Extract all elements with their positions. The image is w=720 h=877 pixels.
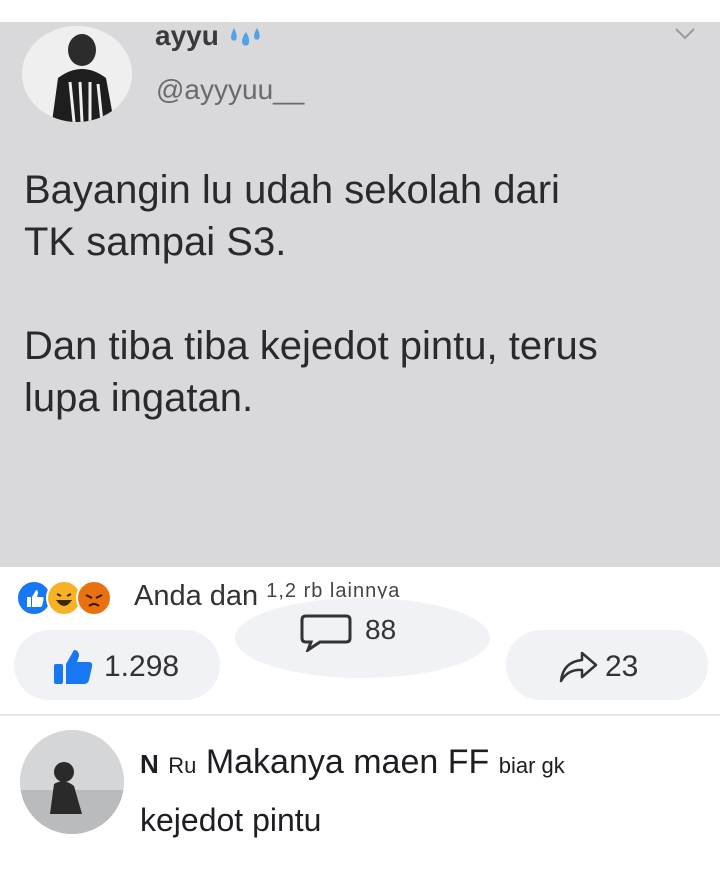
- tweet-text-line: lupa ingatan.: [24, 376, 254, 420]
- comment-author[interactable]: N: [140, 749, 159, 779]
- tweet-author-name: ayyu: [155, 20, 219, 51]
- tweet-handle: @ayyyuu__: [156, 74, 305, 105]
- share-arrow-icon: [559, 651, 598, 683]
- like-count: 1.298: [104, 650, 180, 683]
- thumbs-up-icon: [54, 650, 93, 684]
- commenter-avatar[interactable]: [20, 730, 124, 834]
- tweet-text: Bayangin lu udah sekolah dari TK sampai …: [24, 164, 704, 424]
- tweet-text-line: Dan tiba tiba kejedot pintu, terus: [24, 324, 598, 368]
- comment-count: 88: [365, 614, 397, 645]
- tweet-text-line: Bayangin lu udah sekolah dari: [24, 168, 560, 212]
- comment-author-rest[interactable]: Ru: [168, 753, 196, 778]
- reactions-prefix: Anda dan: [134, 580, 259, 612]
- comment-text-main: Makanya maen FF: [205, 743, 490, 781]
- tweet-text-line: TK sampai S3.: [24, 220, 287, 264]
- comment-text-end: biar gk: [498, 753, 565, 778]
- tweet-screenshot: ayyu @ayyyuu__ Bayangin lu udah sekolah …: [0, 22, 720, 567]
- divider: [0, 714, 720, 716]
- comment-icon: [300, 614, 352, 652]
- comment-button[interactable]: [235, 598, 490, 678]
- comment-text-line: N Ru Makanya maen FF biar gk: [140, 742, 565, 786]
- tweet-avatar: [22, 26, 132, 122]
- angry-reaction-icon: [76, 580, 112, 616]
- share-count: 23: [605, 650, 639, 683]
- top-strip: [0, 0, 720, 23]
- chevron-down-icon[interactable]: [674, 26, 696, 42]
- comment-text-line: kejedot pintu: [140, 802, 322, 838]
- water-drops-icon: [231, 28, 260, 46]
